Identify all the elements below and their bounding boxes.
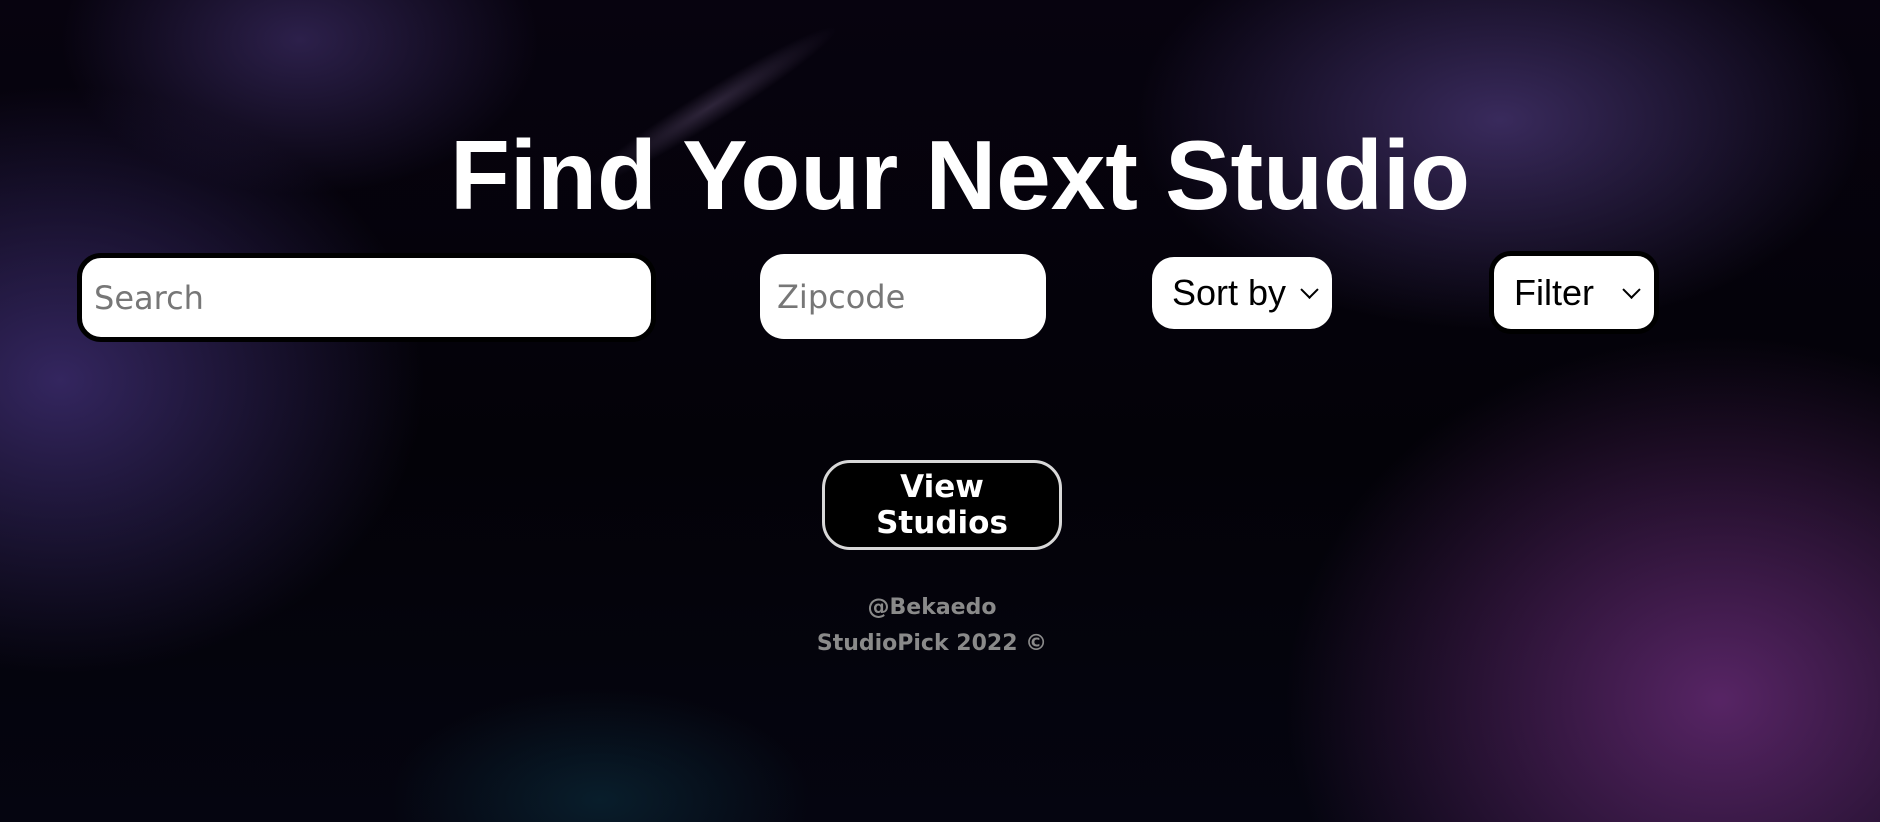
view-studios-button[interactable]: View Studios bbox=[822, 460, 1062, 550]
footer: @Bekaedo StudioPick 2022 © bbox=[0, 590, 1864, 662]
sort-by-label: Sort by bbox=[1172, 272, 1287, 313]
search-input[interactable] bbox=[77, 253, 656, 342]
filter-label: Filter bbox=[1514, 271, 1594, 313]
footer-copyright: StudioPick 2022 © bbox=[816, 631, 1048, 656]
sort-by-select[interactable]: Sort by bbox=[1152, 257, 1332, 329]
landing-page: Find Your Next Studio Sort by Filter Vie… bbox=[0, 0, 1880, 822]
filter-select[interactable]: Filter bbox=[1489, 251, 1659, 334]
chevron-down-icon bbox=[1622, 280, 1641, 299]
chevron-down-icon bbox=[1300, 280, 1319, 299]
page-title: Find Your Next Studio bbox=[450, 120, 1470, 230]
footer-handle: @Bekaedo bbox=[867, 595, 997, 620]
zipcode-input[interactable] bbox=[760, 254, 1046, 339]
